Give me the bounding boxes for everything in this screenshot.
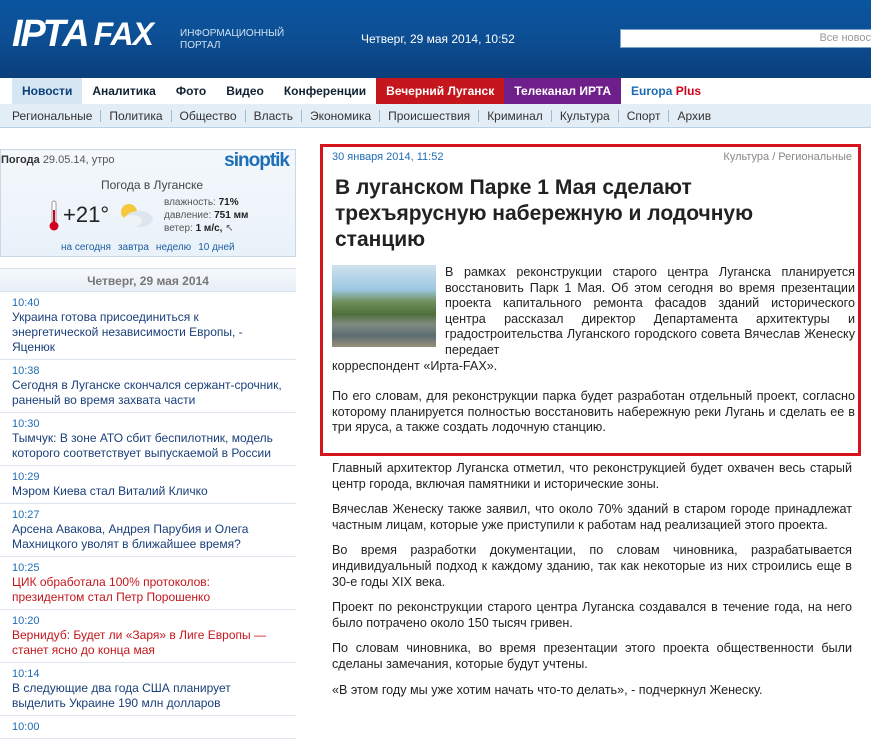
subnav-crime[interactable]: Криминал [479,109,552,122]
tab-news[interactable]: Новости [12,78,83,104]
wind-label: ветер: [164,223,193,234]
pressure-value: 751 мм [214,210,249,221]
news-title[interactable]: Арсена Авакова, Андрея Парубия и Олега М… [12,522,284,552]
body-paragraph: Проект по реконструкции старого центра Л… [332,600,852,630]
partly-cloudy-icon [121,204,153,227]
news-time: 10:20 [12,615,40,627]
news-time: 10:30 [12,418,40,430]
article-paragraph-2: По его словам, для реконструкции парка б… [332,389,855,435]
weather-link-today[interactable]: на сегодня [61,242,111,253]
europa-label: Europa [631,84,673,98]
news-time: 10:27 [12,509,40,521]
search-input[interactable]: Все новос [620,29,871,48]
weather-header: Погода 29.05.14, утро [1,154,115,166]
subnav-society[interactable]: Общество [172,109,246,122]
site-logo[interactable]: ІРТА FAX [12,13,154,55]
logo-irta: ІРТА [12,13,90,55]
tab-evening-lugansk[interactable]: Вечерний Луганск [376,78,505,104]
subnav-culture[interactable]: Культура [552,109,619,122]
article-lead-tail: корреспондент «Ирта-FAX». [332,359,498,373]
tab-europa-plus[interactable]: Europa Plus [621,78,712,104]
news-title[interactable]: Сегодня в Луганске скончался сержант-сро… [12,378,284,408]
article-body: Главный архитектор Луганска отметил, что… [332,461,852,708]
subnav-politics[interactable]: Политика [101,109,172,122]
news-title[interactable]: Вернидуб: Будет ли «Заря» в Лиге Европы … [12,628,284,658]
subnav-power[interactable]: Власть [246,109,302,122]
news-item[interactable]: 10:27 Арсена Авакова, Андрея Парубия и Ол… [0,504,296,557]
news-item[interactable]: 10:14 В следующие два года США планирует … [0,663,296,716]
main-nav: Новости Аналитика Фото Видео Конференции… [0,78,871,104]
weather-widget: Погода 29.05.14, утро sinoptik Погода в … [0,149,296,257]
news-title[interactable]: В следующие два года США планирует выдел… [12,681,284,711]
news-item[interactable]: 10:25 ЦИК обработала 100% протоколов: пре… [0,557,296,610]
weather-link-week[interactable]: неделю [156,242,191,253]
article-title: В луганском Парке 1 Мая сделают трехъяру… [335,176,754,251]
wind-direction-icon: ↖ [225,223,234,234]
subnav-regional[interactable]: Региональные [4,109,102,122]
sinoptik-logo[interactable]: sinoptik [224,150,290,172]
tab-irta-tv[interactable]: Телеканал ИРТА [504,78,622,104]
pressure-label: давление: [164,210,212,221]
subnav-incidents[interactable]: Происшествия [380,109,480,122]
body-paragraph: Во время разработки документации, по сло… [332,543,852,589]
wind-value: 1 м/с, [195,223,223,234]
weather-city: Погода в Луганске [101,178,204,192]
weather-date: 29.05.14, утро [42,154,115,166]
news-feed: Четверг, 29 мая 2014 10:40 Украина готова… [0,268,296,739]
tagline-line2: ПОРТАЛ [180,40,221,51]
news-time: 10:00 [12,721,40,733]
news-item[interactable]: 10:29 Мэром Киева стал Виталий Кличко [0,466,296,504]
tab-photo[interactable]: Фото [166,78,216,104]
weather-link-tomorrow[interactable]: завтра [118,242,149,253]
news-time: 10:38 [12,365,40,377]
news-title[interactable]: Украина готова присоединиться к энергети… [12,310,284,355]
article-highlight: 30 января 2014, 11:52 Культура / Региона… [320,144,861,456]
weather-link-10days[interactable]: 10 дней [198,242,234,253]
article-lead: В рамках реконструкции старого центра Лу… [445,265,855,357]
subnav-archive[interactable]: Архив [669,110,719,122]
news-title[interactable]: Мэром Киева стал Виталий Кличко [12,484,284,499]
thermometer-icon [49,200,59,231]
body-paragraph: Вячеслав Женеску также заявил, что около… [332,502,852,532]
news-item[interactable]: 10:30 Тымчук: В зоне АТО сбит беспилотник… [0,413,296,466]
tab-analytics[interactable]: Аналитика [82,78,166,104]
weather-label: Погода [1,154,40,166]
humidity-row: влажность: 71% [164,196,248,209]
subnav-sport[interactable]: Спорт [619,109,670,122]
news-item[interactable]: 10:20 Вернидуб: Будет ли «Заря» в Лиге Ев… [0,610,296,663]
news-title[interactable]: ЦИК обработала 100% протоколов: президен… [12,575,284,605]
article-date: 30 января 2014, 11:52 [332,151,444,163]
europa-plus-label: Plus [675,84,702,98]
humidity-value: 71% [218,197,239,208]
news-item[interactable]: 10:40 Украина готова присоединиться к эне… [0,292,296,360]
news-item[interactable]: 10:00 [0,716,296,739]
body-paragraph: Главный архитектор Луганска отметил, что… [332,461,852,491]
header-datetime: Четверг, 29 мая 2014, 10:52 [361,32,515,46]
weather-temp: +21° [63,202,110,227]
subnav-economy[interactable]: Экономика [302,109,381,122]
news-time: 10:29 [12,471,40,483]
wind-row: ветер: 1 м/с, ↖ [164,222,248,235]
logo-fax: FAX [93,15,154,52]
pressure-row: давление: 751 мм [164,209,248,222]
humidity-label: влажность: [164,197,216,208]
news-title[interactable]: Тымчук: В зоне АТО сбит беспилотник, мод… [12,431,284,461]
sub-nav: Региональные Политика Общество Власть Эк… [0,104,871,128]
weather-links: на сегодня завтра неделю 10 дней [61,242,235,253]
article-photo[interactable] [332,265,436,347]
news-feed-date: Четверг, 29 мая 2014 [0,268,296,292]
news-time: 10:40 [12,297,40,309]
news-time: 10:25 [12,562,40,574]
tab-video[interactable]: Видео [216,78,274,104]
portal-tagline: ИНФОРМАЦИОННЫЙ ПОРТАЛ [180,28,284,52]
tagline-line1: ИНФОРМАЦИОННЫЙ [180,28,285,39]
article-category[interactable]: Культура / Региональные [723,151,852,163]
weather-stats: влажность: 71% давление: 751 мм ветер: 1… [164,196,248,235]
news-item[interactable]: 10:38 Сегодня в Луганске скончался сержан… [0,360,296,413]
tab-conferences[interactable]: Конференции [274,78,376,104]
news-time: 10:14 [12,668,40,680]
site-header: ІРТА FAX ИНФОРМАЦИОННЫЙ ПОРТАЛ Четверг, … [0,0,871,78]
body-paragraph: «В этом году мы уже хотим начать что-то … [332,682,763,697]
body-paragraph: По словам чиновника, во время презентаци… [332,641,852,671]
